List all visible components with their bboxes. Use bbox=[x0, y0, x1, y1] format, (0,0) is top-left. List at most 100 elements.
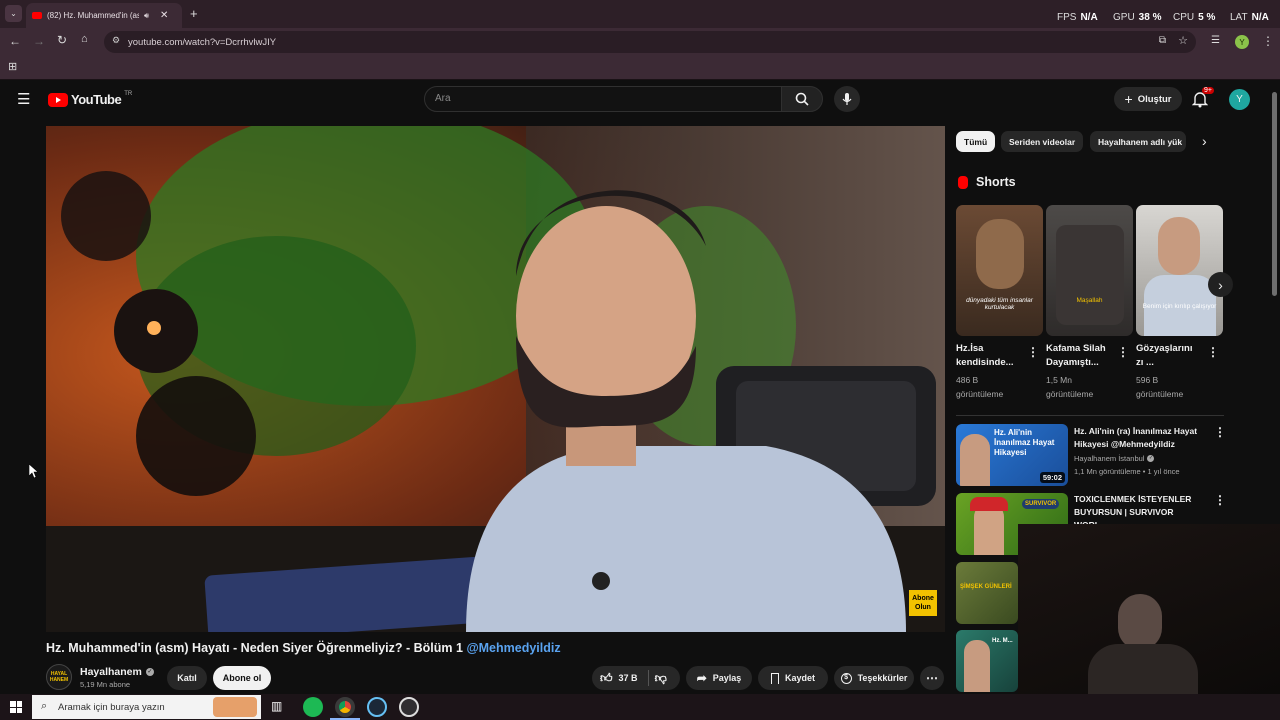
short-meta: 486 B görüntüleme bbox=[956, 373, 1003, 401]
cpu-counter: CPU 5 % bbox=[1173, 12, 1215, 23]
short-views-label: görüntüleme bbox=[956, 389, 1004, 399]
reload-icon[interactable]: ↻ bbox=[57, 33, 67, 47]
bookmark-star-icon[interactable]: ☆ bbox=[1178, 34, 1188, 47]
chrome-app-icon[interactable] bbox=[335, 697, 355, 717]
share-button[interactable]: ➦ Paylaş bbox=[686, 666, 752, 690]
short-title[interactable]: Kafama Silah Dayamıştı... bbox=[1046, 342, 1106, 370]
page-scrollbar[interactable] bbox=[1272, 92, 1277, 296]
chips-next-chevron-icon[interactable]: › bbox=[1202, 133, 1207, 149]
address-bar[interactable]: ⚙︎ youtube.com/watch?v=DcrrhvlwJIY ⧉ ☆ bbox=[104, 31, 1196, 53]
site-info-icon[interactable]: ⚙︎ bbox=[112, 35, 120, 46]
back-arrow-icon[interactable]: ← bbox=[9, 34, 21, 48]
account-avatar[interactable]: Y bbox=[1229, 89, 1250, 110]
like-button[interactable]: 👍︎ 37 B bbox=[600, 671, 638, 686]
channel-logo-text: HAYAL HANEM bbox=[49, 671, 69, 683]
profile-initial: Y bbox=[1239, 37, 1245, 47]
short-menu-icon[interactable]: ⋮ bbox=[1027, 345, 1039, 359]
subscribe-button[interactable]: Abone ol bbox=[213, 666, 271, 690]
spotify-app-icon[interactable] bbox=[303, 697, 323, 717]
thumbs-down-icon: 👎︎ bbox=[654, 670, 667, 685]
region-code: TR bbox=[124, 90, 133, 97]
close-tab-icon[interactable]: ✕ bbox=[160, 10, 168, 21]
recommendation-thumbnail[interactable]: Hz. M... bbox=[956, 630, 1018, 692]
recommendation-menu-icon[interactable]: ⋮ bbox=[1214, 425, 1226, 439]
plus-icon: + bbox=[1124, 91, 1133, 107]
verified-icon: ✓ bbox=[1147, 455, 1155, 462]
youtube-logo-text: YouTube bbox=[71, 92, 122, 107]
creator-mention-link[interactable]: @Mehmedyildiz bbox=[466, 641, 560, 655]
apps-grid-icon[interactable]: ⊞ bbox=[8, 60, 17, 73]
webcam-overlay bbox=[1018, 524, 1280, 694]
voice-search-button[interactable] bbox=[834, 86, 860, 112]
recommendation-meta: 1,1 Mn görüntüleme • 1 yıl önce bbox=[1074, 467, 1180, 476]
chip-series[interactable]: Seriden videolar bbox=[1001, 131, 1084, 152]
verified-icon: ✓ bbox=[145, 668, 154, 676]
super-thanks-icon: $ bbox=[840, 672, 852, 684]
cpu-value: 5 % bbox=[1198, 12, 1216, 23]
short-title[interactable]: Gözyaşlarını zı ... bbox=[1136, 342, 1193, 370]
dislike-button[interactable]: 👎︎ bbox=[655, 671, 667, 686]
subscriber-count: 5,19 Mn abone bbox=[80, 680, 131, 689]
short-title[interactable]: Hz.İsa kendisinde... bbox=[956, 342, 1014, 370]
create-button[interactable]: + Oluştur bbox=[1114, 87, 1182, 111]
short-menu-icon[interactable]: ⋮ bbox=[1117, 345, 1129, 359]
task-view-icon[interactable]: ▥ bbox=[271, 699, 282, 713]
short-thumbnail[interactable]: Benim için kırılıp çalışıyor bbox=[1136, 205, 1223, 336]
fps-value: N/A bbox=[1080, 12, 1098, 23]
hamburger-menu-icon[interactable]: ☰ bbox=[17, 90, 30, 108]
taskbar-search-input[interactable]: ⌕ Aramak için buraya yazın bbox=[32, 695, 261, 719]
recommendation-menu-icon[interactable]: ⋮ bbox=[1214, 493, 1226, 507]
gpu-value: 38 % bbox=[1138, 12, 1162, 23]
short-caption: Benim için kırılıp çalışıyor bbox=[1142, 303, 1217, 310]
tab-list-icon[interactable]: ☰ bbox=[1211, 35, 1220, 46]
recommendation-channel: Hayalhanem İstanbul ✓ bbox=[1074, 452, 1155, 465]
short-views: 1,5 Mn bbox=[1046, 375, 1072, 385]
install-app-icon[interactable]: ⧉ bbox=[1159, 35, 1166, 46]
short-title-line-2: zı ... bbox=[1136, 357, 1154, 368]
browser-menu-icon[interactable]: ⋮ bbox=[1262, 34, 1274, 48]
recommendation-channel-name[interactable]: Hayalhanem İstanbul bbox=[1074, 452, 1144, 465]
short-meta: 1,5 Mn görüntüleme bbox=[1046, 373, 1093, 401]
windows-taskbar: ⌕ Aramak için buraya yazın ▥ bbox=[0, 694, 1280, 720]
chip-channel-uploads[interactable]: Hayalhanem adlı yük bbox=[1090, 131, 1186, 152]
gpu-label: GPU bbox=[1113, 12, 1135, 23]
thanks-button[interactable]: $ Teşekkürler bbox=[834, 666, 914, 690]
home-icon[interactable]: ⌂ bbox=[81, 33, 88, 45]
save-button[interactable]: Kaydet bbox=[758, 666, 828, 690]
recommendation-title[interactable]: Hz. Ali'nin (ra) İnanılmaz Hayat Hikayes… bbox=[1074, 425, 1208, 451]
forward-arrow-icon[interactable]: → bbox=[33, 34, 45, 48]
short-thumbnail[interactable]: dünyadaki tüm insanlar kurtulacak bbox=[956, 205, 1043, 336]
notifications-button[interactable]: 9+ bbox=[1191, 87, 1214, 110]
video-player[interactable]: Abone Olun bbox=[46, 126, 945, 632]
short-caption: Maşallah bbox=[1076, 297, 1103, 304]
join-label: Katıl bbox=[177, 673, 197, 683]
search-icon bbox=[795, 92, 809, 106]
channel-name[interactable]: Hayalhanem bbox=[80, 666, 142, 678]
windows-start-icon[interactable] bbox=[10, 701, 22, 713]
chip-all[interactable]: Tümü bbox=[956, 131, 996, 152]
channel-info: Hayalhanem ✓ 5,19 Mn abone bbox=[80, 666, 154, 689]
steam-app-icon[interactable] bbox=[367, 697, 387, 717]
short-thumbnail[interactable]: Maşallah bbox=[1046, 205, 1133, 336]
short-menu-icon[interactable]: ⋮ bbox=[1207, 345, 1219, 359]
search-input[interactable]: Ara bbox=[424, 86, 782, 112]
join-button[interactable]: Katıl bbox=[167, 666, 207, 690]
share-label: Paylaş bbox=[712, 673, 742, 683]
subscribe-watermark[interactable]: Abone Olun bbox=[909, 590, 937, 616]
browser-toolbar: ← → ↻ ⌂ ⚙︎ youtube.com/watch?v=DcrrhvlwJ… bbox=[0, 28, 1280, 56]
browser-tab-bar: ⌄ (82) Hz. Muhammed'in (asm 🔊︎ ✕ + FPS N/… bbox=[0, 0, 1280, 28]
obs-app-icon[interactable] bbox=[399, 697, 419, 717]
more-actions-button[interactable]: ⋯ bbox=[920, 666, 944, 690]
search-button[interactable] bbox=[781, 86, 823, 112]
tab-search-button[interactable]: ⌄ bbox=[5, 5, 22, 22]
recommendation-thumbnail[interactable]: ŞİMŞEK GÜNLERİ bbox=[956, 562, 1018, 624]
recommendation-thumbnail[interactable]: Hz. Ali'nin İnanılmaz Hayat Hikayesi 59:… bbox=[956, 424, 1068, 486]
chevron-right-icon: › bbox=[1218, 276, 1223, 293]
new-tab-button[interactable]: + bbox=[190, 6, 198, 21]
profile-avatar[interactable]: Y bbox=[1235, 35, 1249, 49]
browser-tab-active[interactable]: (82) Hz. Muhammed'in (asm 🔊︎ ✕ bbox=[26, 3, 182, 28]
channel-avatar[interactable]: HAYAL HANEM bbox=[46, 664, 72, 690]
youtube-logo[interactable]: YouTube TR bbox=[48, 90, 133, 107]
webcam-person-head bbox=[1118, 594, 1162, 650]
shorts-next-button[interactable]: › bbox=[1208, 272, 1233, 297]
